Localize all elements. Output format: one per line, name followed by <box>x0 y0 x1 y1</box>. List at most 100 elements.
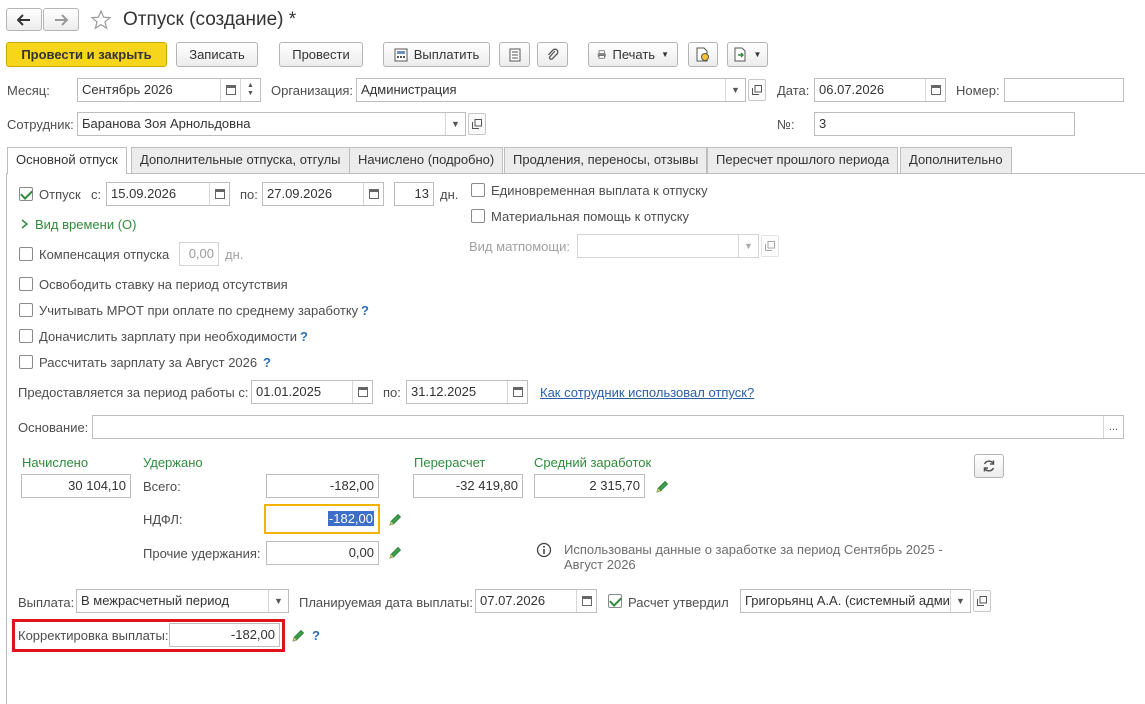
ndfl-field[interactable]: -182,00 <box>264 504 380 534</box>
calendar-button[interactable] <box>576 590 596 612</box>
period-from-field[interactable]: 01.01.2025 <box>251 380 373 404</box>
refresh-button[interactable] <box>974 454 1004 478</box>
printer-icon <box>597 50 606 59</box>
vacation-days-field[interactable]: 13 <box>394 182 434 206</box>
post-and-close-button[interactable]: Провести и закрыть <box>6 42 167 67</box>
vacation-to-field[interactable]: 27.09.2026 <box>262 182 384 206</box>
basis-field[interactable]: ... <box>92 415 1124 439</box>
employee-dropdown-button[interactable]: ▼ <box>445 113 465 135</box>
material-aid-checkbox[interactable] <box>471 209 485 223</box>
correction-field[interactable]: -182,00 <box>169 623 280 647</box>
accrue-help-icon[interactable]: ? <box>300 329 308 344</box>
post-button[interactable]: Провести <box>279 42 363 67</box>
approved-open-button[interactable] <box>973 590 991 612</box>
chevron-down-icon: ▼ <box>956 596 965 606</box>
approved-checkbox[interactable] <box>608 594 622 608</box>
window-title: Отпуск (создание) * <box>123 9 297 30</box>
open-window-icon <box>472 119 482 129</box>
payment-label: Выплата: <box>18 595 75 610</box>
back-button[interactable] <box>6 8 42 31</box>
vacation-to-value: 27.09.2026 <box>267 186 333 201</box>
recalc-header: Перерасчет <box>414 455 486 470</box>
tab-recalculation[interactable]: Пересчет прошлого периода <box>707 147 899 173</box>
organization-field[interactable]: Администрация ▼ <box>356 78 746 102</box>
tab-extensions[interactable]: Продления, переносы, отзывы <box>504 147 708 173</box>
basis-select-button[interactable]: ... <box>1103 416 1123 438</box>
chevron-down-icon: ▼ <box>247 90 254 97</box>
tab-accrued-detailed[interactable]: Начислено (подробно) <box>349 147 504 173</box>
chevron-right-icon <box>21 219 29 229</box>
pencil-icon[interactable] <box>290 628 306 644</box>
calendar-button[interactable] <box>220 79 240 101</box>
calendar-button[interactable] <box>925 79 945 101</box>
calendar-button[interactable] <box>363 183 383 205</box>
avg-earnings-header: Средний заработок <box>534 455 652 470</box>
period-to-field[interactable]: 31.12.2025 <box>406 380 528 404</box>
mrot-checkbox[interactable] <box>19 303 33 317</box>
tab-additional[interactable]: Дополнительно <box>900 147 1012 173</box>
pencil-icon[interactable] <box>654 479 670 495</box>
journal-button[interactable] <box>499 42 530 67</box>
planned-date-field[interactable]: 07.07.2026 <box>475 589 597 613</box>
organization-open-button[interactable] <box>748 79 766 101</box>
material-aid-kind-field[interactable]: ▼ <box>577 234 759 258</box>
period-from-value: 01.01.2025 <box>256 384 322 399</box>
pay-button[interactable]: Выплатить <box>383 42 490 67</box>
total-withheld-field[interactable]: -182,00 <box>266 474 379 498</box>
attach-button[interactable] <box>537 42 568 67</box>
accrued-field[interactable]: 30 104,10 <box>21 474 131 498</box>
calendar-button[interactable] <box>507 381 527 403</box>
compensation-checkbox[interactable] <box>19 247 33 261</box>
vacation-from-field[interactable]: 15.09.2026 <box>106 182 230 206</box>
calendar-button[interactable] <box>352 381 372 403</box>
approved-by-field[interactable]: Григорьянц А.А. (системный адми ▼ <box>740 589 971 613</box>
employee-field[interactable]: Баранова Зоя Арнольдовна ▼ <box>77 112 466 136</box>
approved-dropdown-button[interactable]: ▼ <box>950 590 970 612</box>
calendar-icon <box>214 189 225 199</box>
month-stepper[interactable]: ▲ ▼ <box>240 79 260 101</box>
date-field[interactable]: 06.07.2026 <box>814 78 946 102</box>
recalc-field[interactable]: -32 419,80 <box>413 474 523 498</box>
vacation-checkbox[interactable] <box>19 187 33 201</box>
number-field[interactable] <box>1004 78 1124 102</box>
print-button[interactable]: Печать ▼ <box>588 42 678 67</box>
refresh-icon <box>983 460 995 472</box>
accrue-salary-checkbox[interactable] <box>19 329 33 343</box>
period-to-label: по: <box>383 385 401 400</box>
accrued-header: Начислено <box>22 455 89 470</box>
create-based-button[interactable]: ▼ <box>727 42 768 67</box>
organization-dropdown-button[interactable]: ▼ <box>725 79 745 101</box>
material-aid-dropdown-button[interactable]: ▼ <box>738 235 758 257</box>
month-field[interactable]: Сентябрь 2026 ▲ ▼ <box>77 78 261 102</box>
usage-link[interactable]: Как сотрудник использовал отпуск? <box>540 385 754 401</box>
calc-salary-checkbox[interactable] <box>19 355 33 369</box>
chevron-up-icon: ▲ <box>247 82 254 89</box>
pencil-icon[interactable] <box>387 545 403 561</box>
date-value: 06.07.2026 <box>819 82 885 97</box>
correction-help-icon[interactable]: ? <box>312 628 320 643</box>
report-button[interactable] <box>688 42 718 67</box>
tab-main-vacation[interactable]: Основной отпуск <box>7 147 127 174</box>
tab-additional-vacations[interactable]: Дополнительные отпуска, отгулы <box>131 147 350 173</box>
lump-sum-checkbox[interactable] <box>471 183 485 197</box>
calendar-button[interactable] <box>209 183 229 205</box>
calc-salary-help-icon[interactable]: ? <box>263 355 271 370</box>
to-label: по: <box>240 187 258 202</box>
doc-number-field[interactable]: 3 <box>814 112 1075 136</box>
compensation-days-field[interactable]: 0,00 <box>179 242 219 266</box>
time-kind-link[interactable]: Вид времени (О) <box>21 217 137 232</box>
other-withholdings-field[interactable]: 0,00 <box>266 541 379 565</box>
star-icon[interactable] <box>90 9 112 31</box>
release-rate-checkbox[interactable] <box>19 277 33 291</box>
material-aid-open-button[interactable] <box>761 235 779 257</box>
payment-dropdown-button[interactable]: ▼ <box>268 590 288 612</box>
payment-field[interactable]: В межрасчетный период ▼ <box>76 589 289 613</box>
pencil-icon[interactable] <box>387 512 403 528</box>
employee-open-button[interactable] <box>468 113 486 135</box>
save-button[interactable]: Записать <box>176 42 258 67</box>
days-unit-label: дн. <box>440 187 459 202</box>
mrot-help-icon[interactable]: ? <box>361 303 369 318</box>
tab-panel-border <box>6 173 1145 174</box>
avg-earnings-field[interactable]: 2 315,70 <box>534 474 645 498</box>
forward-button[interactable] <box>43 8 79 31</box>
